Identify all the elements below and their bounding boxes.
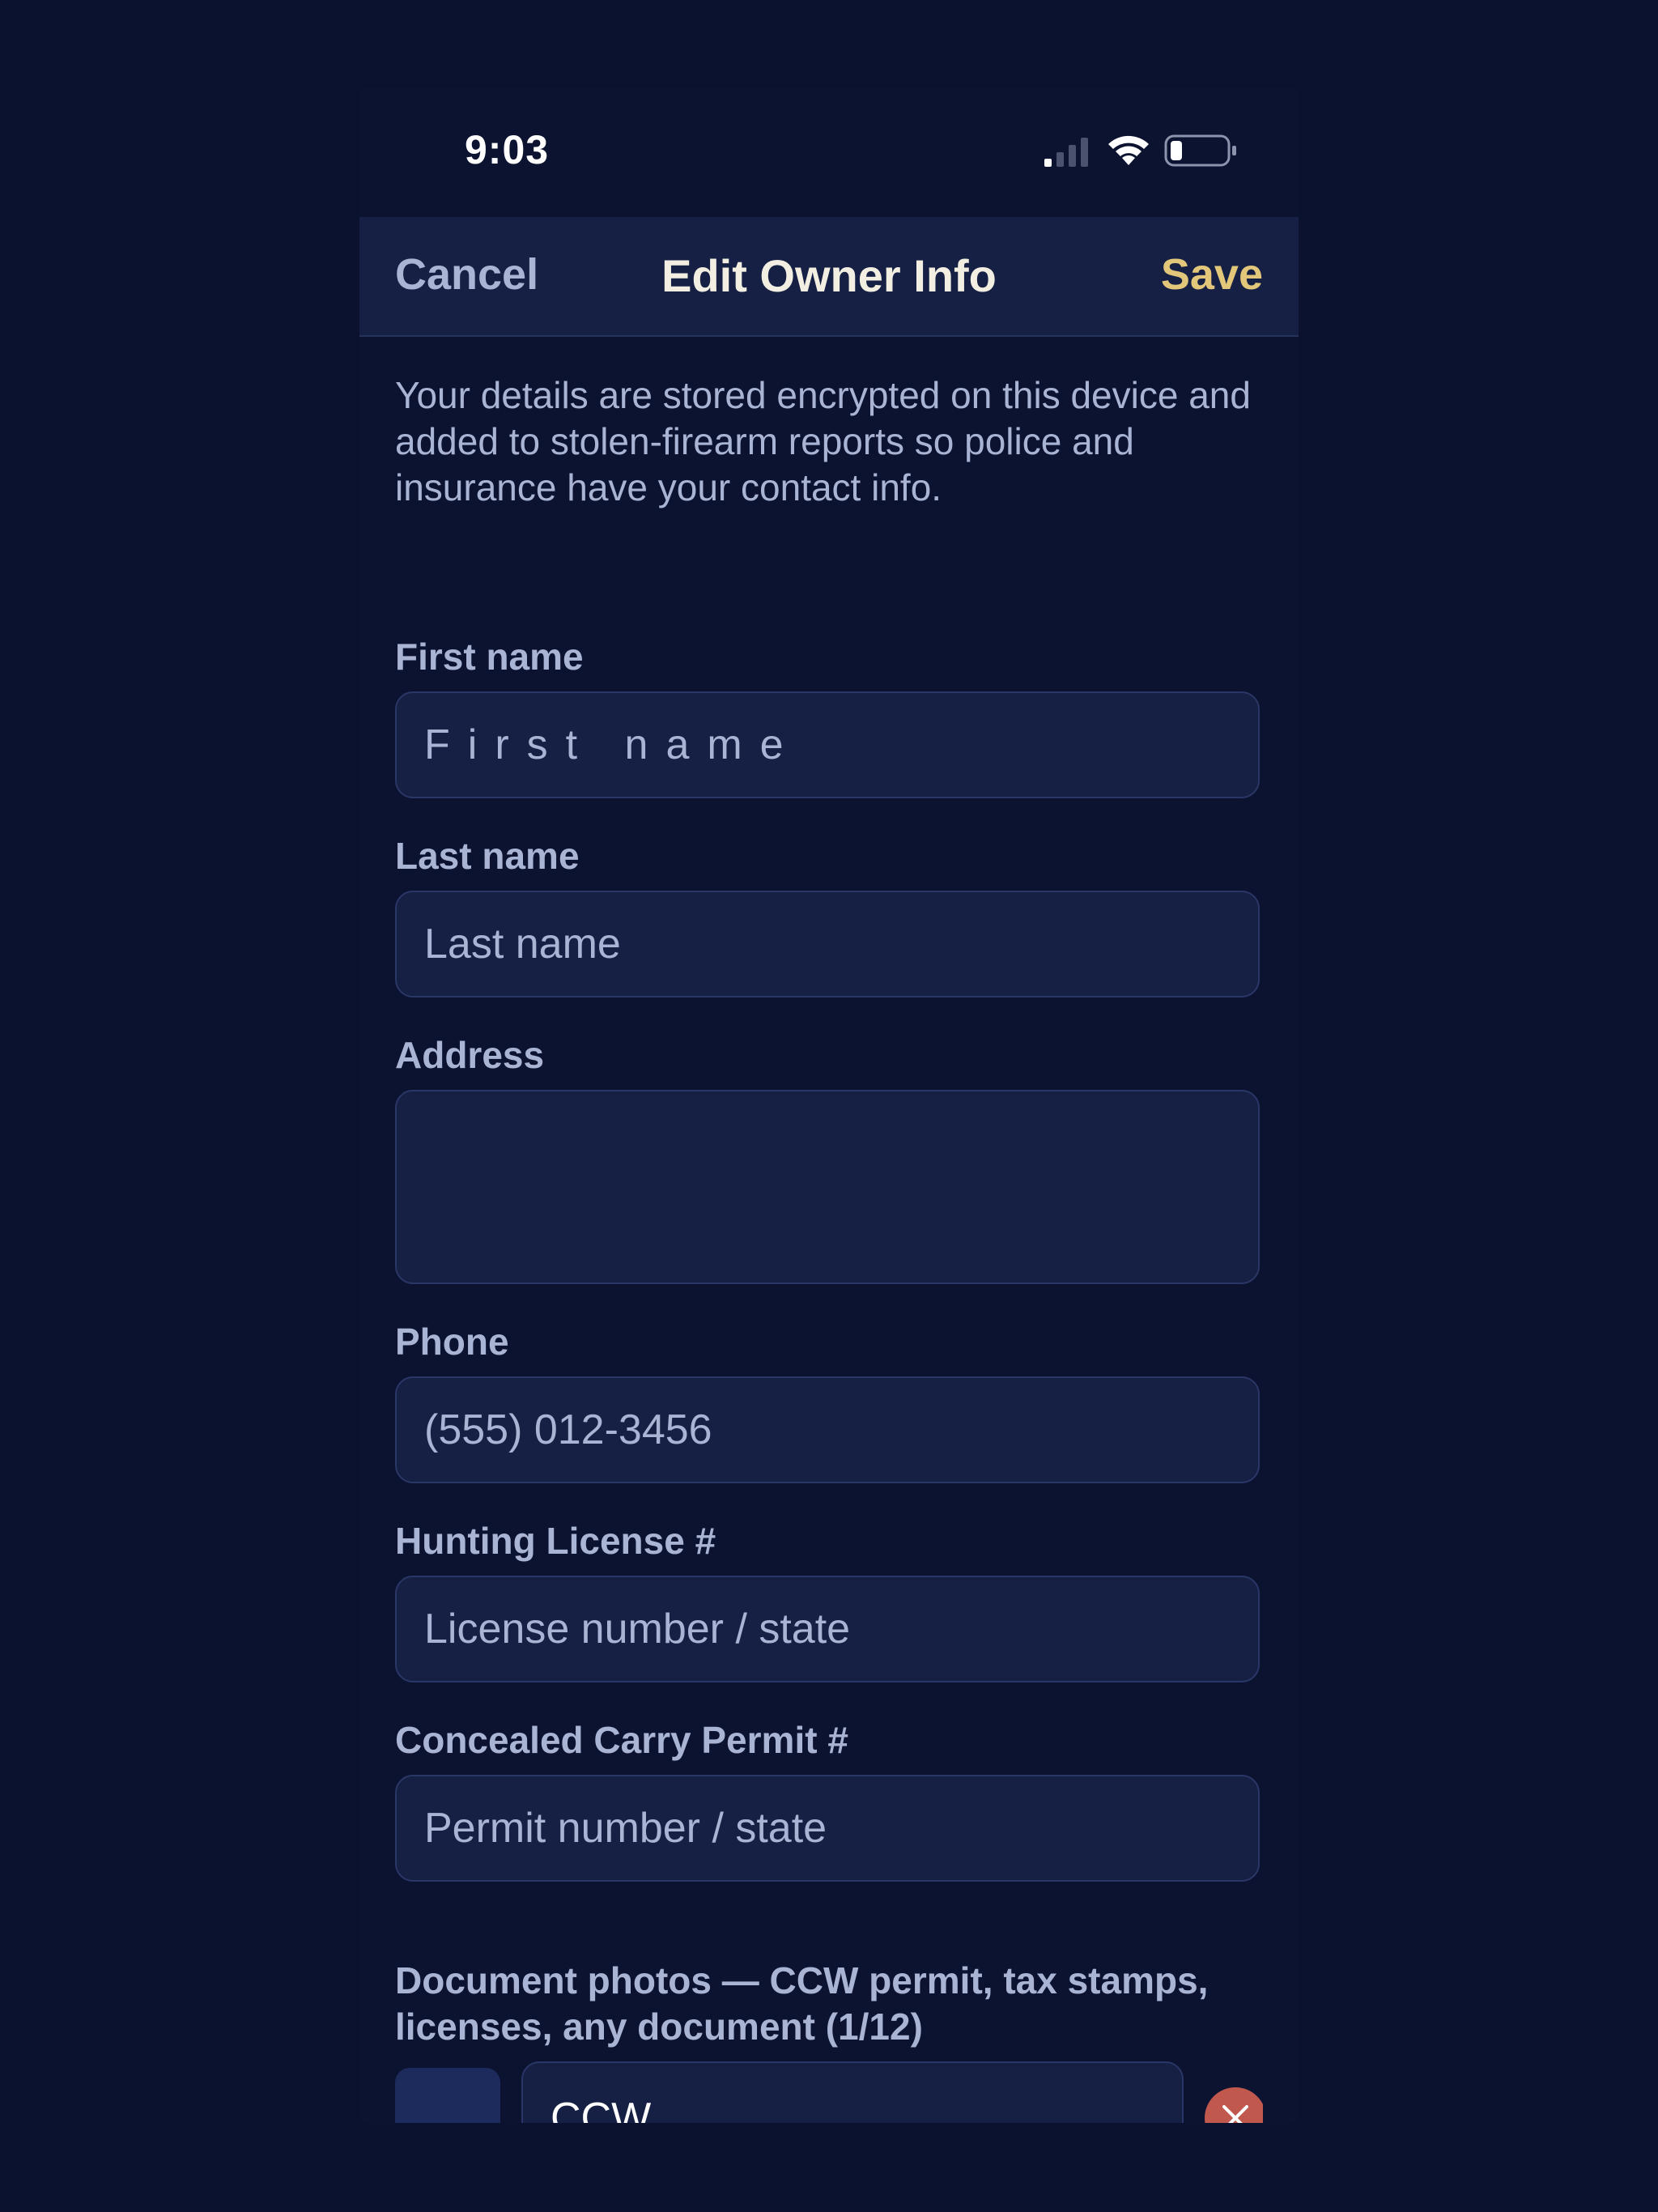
address-field	[395, 1090, 1260, 1284]
first-name-label: First name	[395, 636, 584, 678]
ccw-permit-input[interactable]	[397, 1776, 1258, 1880]
last-name-input[interactable]	[397, 892, 1258, 996]
last-name-field	[395, 891, 1260, 998]
phone-input[interactable]	[397, 1378, 1258, 1482]
close-icon	[1222, 2105, 1248, 2123]
page-title: Edit Owner Info	[661, 250, 997, 301]
document-name-input[interactable]	[523, 2063, 1182, 2123]
status-time: 9:03	[465, 127, 550, 172]
battery-icon	[1164, 134, 1236, 167]
document-name-field	[521, 2061, 1184, 2123]
document-thumbnail[interactable]	[395, 2068, 500, 2123]
ccw-permit-field	[395, 1775, 1260, 1882]
form-content: Your details are stored encrypted on thi…	[395, 335, 1263, 2123]
hunting-license-input[interactable]	[397, 1577, 1258, 1681]
hunting-license-label: Hunting License #	[395, 1520, 716, 1562]
address-input[interactable]	[397, 1091, 1258, 1283]
document-photos-label: Document photos — CCW permit, tax stamps…	[395, 1959, 1209, 2048]
phone-field	[395, 1376, 1260, 1483]
phone-screen: 9:03 Cancel Edit Owner Info Save Your de…	[359, 87, 1299, 2123]
document-item	[395, 2061, 1263, 2123]
remove-document-button[interactable]	[1205, 2087, 1263, 2123]
ccw-permit-label: Concealed Carry Permit #	[395, 1719, 848, 1761]
save-button[interactable]: Save	[1161, 249, 1263, 300]
intro-text: Your details are stored encrypted on thi…	[395, 374, 1251, 508]
wifi-icon	[1108, 135, 1149, 165]
first-name-field	[395, 691, 1260, 798]
status-bar: 9:03	[359, 87, 1299, 217]
phone-label: Phone	[395, 1321, 509, 1363]
address-label: Address	[395, 1034, 545, 1076]
status-icons	[1043, 133, 1245, 173]
first-name-input[interactable]	[397, 693, 1258, 797]
signal-icon	[1044, 138, 1088, 167]
navigation-bar: Cancel Edit Owner Info Save	[359, 217, 1299, 337]
last-name-label: Last name	[395, 835, 580, 877]
hunting-license-field	[395, 1576, 1260, 1682]
